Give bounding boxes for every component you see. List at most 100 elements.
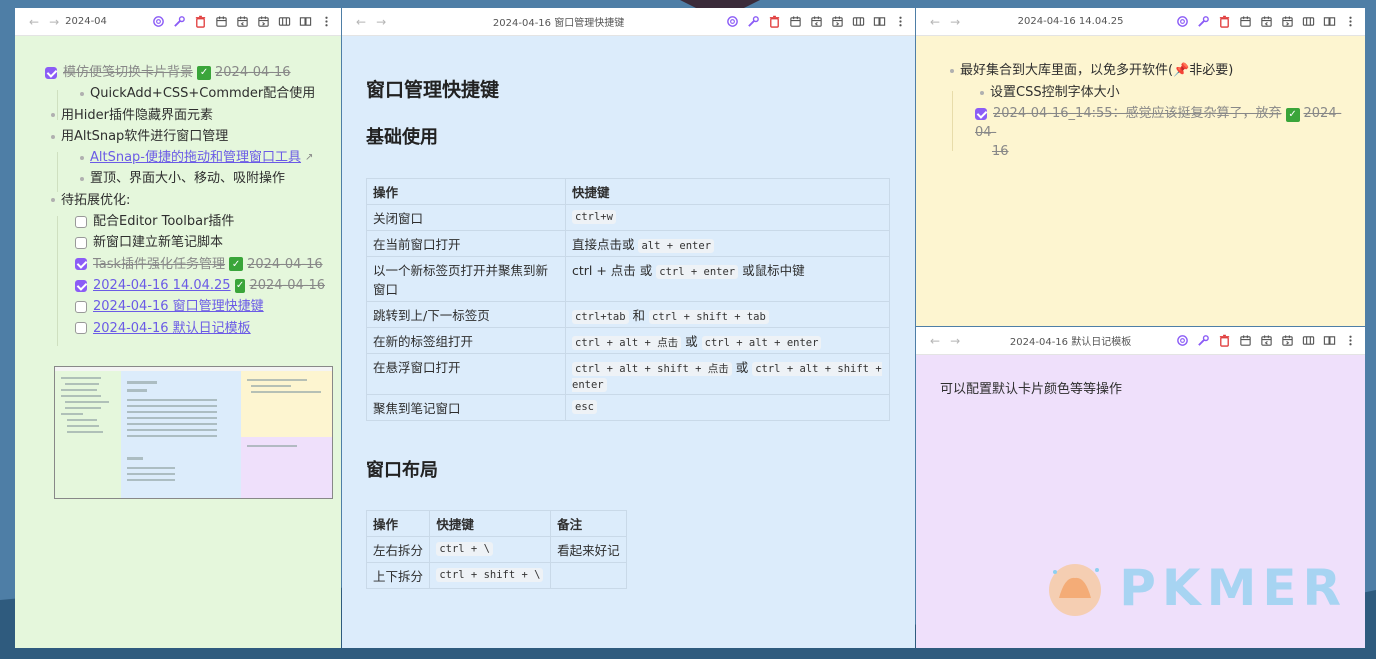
pane-title[interactable]: 2024-04-16 窗口管理快捷键 bbox=[392, 14, 725, 29]
calendar-next-icon[interactable] bbox=[1280, 15, 1294, 29]
internal-link[interactable]: 2024-04-16 默认日记模板 bbox=[93, 318, 251, 339]
table-cell bbox=[550, 562, 627, 589]
list-item[interactable]: 配合Editor Toolbar插件 bbox=[45, 211, 325, 232]
list-item[interactable]: 用AltSnap软件进行窗口管理 bbox=[45, 126, 325, 147]
table-cell: ctrl + alt + 点击 或 ctrl + alt + enter bbox=[565, 327, 890, 354]
back-arrow-icon[interactable]: ← bbox=[930, 15, 940, 29]
table-cell: 上下拆分 bbox=[365, 562, 431, 589]
task-checkbox[interactable] bbox=[45, 66, 57, 79]
screenshot-thumbnail[interactable] bbox=[54, 366, 333, 499]
task-checkbox[interactable] bbox=[975, 107, 987, 120]
forward-arrow-icon[interactable]: → bbox=[49, 15, 59, 29]
list-item[interactable]: QuickAdd+CSS+Commder配合使用 bbox=[45, 83, 325, 104]
openai-icon[interactable] bbox=[1175, 15, 1189, 29]
table-cell: esc bbox=[565, 394, 890, 421]
bottom-right-note-pane: ← → 2024-04-16 默认日记模板 可以配置默认卡片颜色等等操作 PKME… bbox=[916, 327, 1365, 648]
top-right-pane-header: ← → 2024-04-16 14.04.25 bbox=[916, 8, 1365, 36]
list-item[interactable]: 待拓展优化: bbox=[45, 190, 325, 211]
task-checkbox[interactable] bbox=[75, 322, 87, 335]
openai-icon[interactable] bbox=[151, 15, 165, 29]
calendar-prev-icon[interactable] bbox=[235, 15, 249, 29]
wrench-icon[interactable] bbox=[746, 15, 760, 29]
more-icon[interactable] bbox=[1343, 15, 1357, 29]
list-item[interactable]: 最好集合到大库里面，以免多开软件(📌非必要) bbox=[950, 60, 1233, 81]
outline-list: 模仿便笺切换卡片背景 ✓ 2024-04-16 QuickAdd+CSS+Commd… bbox=[45, 62, 325, 339]
forward-arrow-icon[interactable]: → bbox=[950, 334, 960, 348]
list-item[interactable]: AltSnap-便捷的拖动和管理窗口工具 ↗ bbox=[45, 147, 325, 168]
pane-title[interactable]: 2024-04-16 默认日记模板 bbox=[966, 333, 1175, 348]
book-icon[interactable] bbox=[1322, 15, 1336, 29]
top-right-note-pane: ← → 2024-04-16 14.04.25 最好集合到大库里面，以免多开软件(… bbox=[916, 8, 1365, 326]
table-row: 在当前窗口打开 直接点击或 alt + enter bbox=[366, 230, 890, 257]
list-item[interactable]: 用Hider插件隐藏界面元素 bbox=[45, 105, 325, 126]
watermark-text: PKMER bbox=[1119, 559, 1347, 617]
calendar-icon[interactable] bbox=[1238, 334, 1252, 348]
trash-icon[interactable] bbox=[767, 15, 781, 29]
done-check-icon: ✓ bbox=[197, 65, 212, 80]
task-checkbox[interactable] bbox=[75, 300, 87, 313]
table-row: 以一个新标签页打开并聚焦到新窗口 ctrl + 点击 或 ctrl + enter… bbox=[366, 256, 890, 302]
table-cell: 看起来好记 bbox=[550, 536, 627, 563]
wrench-icon[interactable] bbox=[1196, 15, 1210, 29]
list-item[interactable]: Task插件强化任务管理 ✓ 2024-04-16 bbox=[45, 254, 325, 275]
columns-icon[interactable] bbox=[1301, 334, 1315, 348]
pane-title[interactable]: 2024-04 bbox=[65, 16, 151, 27]
task-checkbox[interactable] bbox=[75, 258, 87, 271]
more-icon[interactable] bbox=[1343, 334, 1357, 348]
internal-link[interactable]: 2024-04-16 窗口管理快捷键 bbox=[93, 296, 264, 317]
table-row: 左右拆分 ctrl + \ 看起来好记 bbox=[365, 536, 627, 563]
table-cell: 在悬浮窗口打开 bbox=[366, 353, 566, 395]
forward-arrow-icon[interactable]: → bbox=[376, 15, 386, 29]
external-link[interactable]: AltSnap-便捷的拖动和管理窗口工具 bbox=[90, 147, 301, 168]
list-item[interactable]: 设置CSS控制字体大小 bbox=[980, 82, 1120, 103]
columns-icon[interactable] bbox=[1301, 15, 1315, 29]
trash-icon[interactable] bbox=[193, 15, 207, 29]
book-icon[interactable] bbox=[1322, 334, 1336, 348]
columns-icon[interactable] bbox=[851, 15, 865, 29]
done-check-icon: ✓ bbox=[229, 257, 244, 272]
book-icon[interactable] bbox=[872, 15, 886, 29]
list-item[interactable]: 2024-04-16 窗口管理快捷键 bbox=[45, 296, 325, 317]
calendar-next-icon[interactable] bbox=[830, 15, 844, 29]
calendar-prev-icon[interactable] bbox=[1259, 15, 1273, 29]
openai-icon[interactable] bbox=[725, 15, 739, 29]
pkmer-logo-icon bbox=[1049, 564, 1102, 616]
calendar-icon[interactable] bbox=[788, 15, 802, 29]
task-checkbox[interactable] bbox=[75, 237, 87, 250]
table-header: 备注 bbox=[550, 510, 627, 537]
list-item[interactable]: 2024-04-16 14.04.25 ✓ 2024-04-16 bbox=[45, 275, 325, 296]
back-arrow-icon[interactable]: ← bbox=[356, 15, 366, 29]
openai-icon[interactable] bbox=[1175, 334, 1189, 348]
list-item[interactable]: 模仿便笺切换卡片背景 ✓ 2024-04-16 bbox=[45, 62, 325, 83]
trash-icon[interactable] bbox=[1217, 15, 1231, 29]
list-item[interactable]: 置顶、界面大小、移动、吸附操作 bbox=[45, 168, 325, 189]
external-link-icon: ↗ bbox=[305, 152, 314, 164]
wrench-icon[interactable] bbox=[172, 15, 186, 29]
forward-arrow-icon[interactable]: → bbox=[950, 15, 960, 29]
calendar-prev-icon[interactable] bbox=[809, 15, 823, 29]
task-checkbox[interactable] bbox=[75, 279, 87, 292]
list-item[interactable]: 2024-04-16 默认日记模板 bbox=[45, 318, 325, 339]
pane-title[interactable]: 2024-04-16 14.04.25 bbox=[966, 16, 1175, 27]
list-item[interactable]: 2024-04-16_14:55：感觉应该挺复杂算了，放弃 ✓ 2024-04- 16 bbox=[975, 104, 1345, 161]
pane-toolbar bbox=[151, 15, 333, 29]
wrench-icon[interactable] bbox=[1196, 334, 1210, 348]
task-checkbox[interactable] bbox=[75, 215, 87, 228]
calendar-icon[interactable] bbox=[214, 15, 228, 29]
back-arrow-icon[interactable]: ← bbox=[930, 334, 940, 348]
back-arrow-icon[interactable]: ← bbox=[29, 15, 39, 29]
calendar-prev-icon[interactable] bbox=[1259, 334, 1273, 348]
list-item[interactable]: 新窗口建立新笔记脚本 bbox=[45, 232, 325, 253]
calendar-icon[interactable] bbox=[1238, 15, 1252, 29]
more-icon[interactable] bbox=[319, 15, 333, 29]
calendar-next-icon[interactable] bbox=[1280, 334, 1294, 348]
book-icon[interactable] bbox=[298, 15, 312, 29]
trash-icon[interactable] bbox=[1217, 334, 1231, 348]
more-icon[interactable] bbox=[893, 15, 907, 29]
calendar-next-icon[interactable] bbox=[256, 15, 270, 29]
note-text: 可以配置默认卡片颜色等等操作 bbox=[940, 382, 1123, 397]
table-header: 操作 bbox=[366, 178, 566, 205]
columns-icon[interactable] bbox=[277, 15, 291, 29]
left-pane-header: ← → 2024-04 bbox=[15, 8, 341, 36]
middle-note-pane: ← → 2024-04-16 窗口管理快捷键 窗口管理快捷键 基础使用 操作 快捷键… bbox=[342, 8, 915, 648]
